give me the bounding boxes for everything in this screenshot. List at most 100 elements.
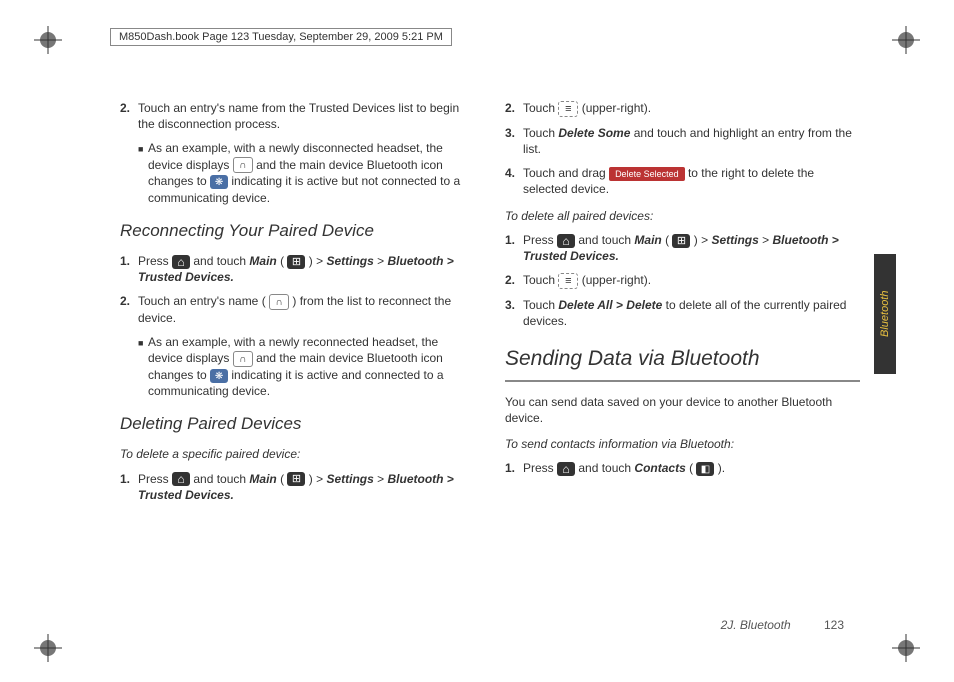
step-number: 1. xyxy=(120,471,138,503)
step-text: Press and touch Main ( ) > Settings > Bl… xyxy=(523,232,860,264)
step-text: Touch an entry's name from the Trusted D… xyxy=(138,100,475,132)
main-grid-icon xyxy=(287,472,305,486)
text: Touch xyxy=(523,298,558,312)
bullet-text: As an example, with a newly reconnected … xyxy=(148,334,475,399)
list-item: 3. Touch Delete All > Delete to delete a… xyxy=(505,297,860,329)
menu-path: Main xyxy=(249,254,276,268)
left-column: 2. Touch an entry's name from the Truste… xyxy=(120,100,475,511)
step-text: Press and touch Main ( ) > Settings > Bl… xyxy=(138,471,475,503)
delete-selected-button: Delete Selected xyxy=(609,167,685,181)
text: ( xyxy=(280,472,284,486)
text: Press xyxy=(138,254,172,268)
home-icon xyxy=(172,255,190,269)
step-number: 1. xyxy=(120,253,138,285)
list-item: 2. Touch an entry's name ( ) from the li… xyxy=(120,293,475,326)
text: Press xyxy=(138,472,172,486)
list-item: ■ As an example, with a newly disconnect… xyxy=(138,140,475,205)
heading-deleting: Deleting Paired Devices xyxy=(120,413,475,436)
text: ). xyxy=(718,461,725,475)
text: Press xyxy=(523,461,557,475)
step-text: Touch (upper-right). xyxy=(523,100,860,117)
list-item: 1. Press and touch Contacts ( ). xyxy=(505,460,860,476)
text: ( xyxy=(665,233,669,247)
headset-icon xyxy=(233,351,253,367)
bluetooth-icon xyxy=(210,175,228,189)
step-text: Touch and drag Delete Selected to the ri… xyxy=(523,165,860,197)
section-tab: Bluetooth xyxy=(874,254,896,374)
menu-path: Delete Some xyxy=(558,126,630,140)
list-item: 1. Press and touch Main ( ) > Settings >… xyxy=(120,253,475,285)
bluetooth-icon xyxy=(210,369,228,383)
home-icon xyxy=(557,462,575,476)
text: Touch and drag xyxy=(523,166,609,180)
crop-mark-icon xyxy=(34,26,62,54)
step-number: 3. xyxy=(505,297,523,329)
heading-rule xyxy=(505,380,860,382)
step-number: 1. xyxy=(505,232,523,264)
instruction-label: To delete a specific paired device: xyxy=(120,446,475,462)
text: (upper-right). xyxy=(582,101,651,115)
menu-path: Settings xyxy=(326,254,373,268)
home-icon xyxy=(172,472,190,486)
page-number: 123 xyxy=(824,618,844,632)
page-header: M850Dash.book Page 123 Tuesday, Septembe… xyxy=(110,28,452,46)
footer-section: 2J. Bluetooth xyxy=(721,618,791,632)
step-text: Press and touch Main ( ) > Settings > Bl… xyxy=(138,253,475,285)
crop-mark-icon xyxy=(34,634,62,662)
step-number: 2. xyxy=(120,293,138,326)
menu-path: Settings xyxy=(326,472,373,486)
text: (upper-right). xyxy=(582,273,651,287)
main-grid-icon xyxy=(287,255,305,269)
text: and touch xyxy=(578,233,634,247)
text: > xyxy=(377,254,387,268)
step-number: 2. xyxy=(505,272,523,289)
main-grid-icon xyxy=(672,234,690,248)
text: Touch xyxy=(523,126,558,140)
step-number: 4. xyxy=(505,165,523,197)
menu-path: Contacts xyxy=(634,461,685,475)
step-text: Press and touch Contacts ( ). xyxy=(523,460,860,476)
step-number: 2. xyxy=(505,100,523,117)
text: ( xyxy=(689,461,693,475)
bullet-icon: ■ xyxy=(138,140,148,205)
heading-sending: Sending Data via Bluetooth xyxy=(505,345,860,373)
menu-icon xyxy=(558,101,578,117)
contacts-icon xyxy=(696,462,714,476)
text: Press xyxy=(523,233,557,247)
crop-mark-icon xyxy=(892,26,920,54)
menu-path: Delete All > Delete xyxy=(558,298,662,312)
right-column: 2. Touch (upper-right). 3. Touch Delete … xyxy=(505,100,860,511)
instruction-label: To delete all paired devices: xyxy=(505,208,860,224)
list-item: 2. Touch an entry's name from the Truste… xyxy=(120,100,475,132)
text: Touch xyxy=(523,273,558,287)
menu-icon xyxy=(558,273,578,289)
step-number: 1. xyxy=(505,460,523,476)
menu-path: Main xyxy=(249,472,276,486)
menu-path: Main xyxy=(634,233,661,247)
text: and touch xyxy=(193,472,249,486)
text: and touch xyxy=(578,461,634,475)
text: ) > xyxy=(309,254,327,268)
bullet-text: As an example, with a newly disconnected… xyxy=(148,140,475,205)
bullet-icon: ■ xyxy=(138,334,148,399)
list-item: 1. Press and touch Main ( ) > Settings >… xyxy=(505,232,860,264)
step-text: Touch (upper-right). xyxy=(523,272,860,289)
page-footer: 2J. Bluetooth 123 xyxy=(721,618,844,632)
step-text: Touch Delete All > Delete to delete all … xyxy=(523,297,860,329)
text: and touch xyxy=(193,254,249,268)
list-item: 2. Touch (upper-right). xyxy=(505,272,860,289)
text: ) > xyxy=(694,233,712,247)
menu-path: Settings xyxy=(711,233,758,247)
text: ) > xyxy=(309,472,327,486)
headset-icon xyxy=(233,157,253,173)
page-content: 2. Touch an entry's name from the Truste… xyxy=(120,100,860,511)
text: ( xyxy=(280,254,284,268)
step-text: Touch Delete Some and touch and highligh… xyxy=(523,125,860,157)
home-icon xyxy=(557,234,575,248)
heading-reconnecting: Reconnecting Your Paired Device xyxy=(120,220,475,243)
text: Touch xyxy=(523,101,558,115)
text: > xyxy=(377,472,387,486)
crop-mark-icon xyxy=(892,634,920,662)
headset-icon xyxy=(269,294,289,310)
list-item: 1. Press and touch Main ( ) > Settings >… xyxy=(120,471,475,503)
